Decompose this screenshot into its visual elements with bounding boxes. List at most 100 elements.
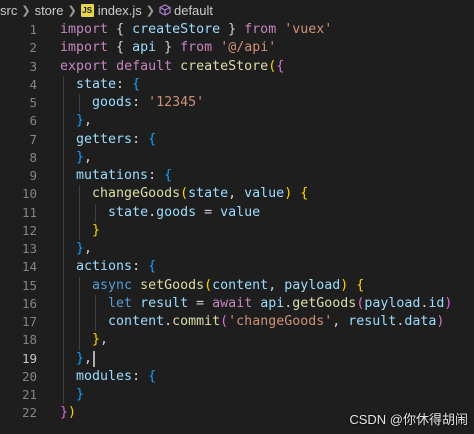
code-line[interactable]: 15 async setGoods(content, payload) {	[0, 277, 474, 295]
code-token: .	[148, 204, 157, 220]
code-token: }	[76, 350, 85, 366]
symbol-cube-icon	[159, 4, 171, 16]
code-text: },	[60, 149, 92, 167]
code-token: state	[76, 76, 117, 92]
code-token: commit	[172, 314, 221, 329]
code-line[interactable]: 19 },	[0, 350, 474, 368]
code-line[interactable]: 9 mutations: {	[0, 167, 474, 185]
code-token: goods	[92, 95, 133, 110]
code-line[interactable]: 5 goods: '12345'	[0, 94, 474, 112]
code-token: {	[148, 368, 157, 384]
code-line[interactable]: 21 }	[0, 386, 474, 404]
code-line[interactable]: 14 actions: {	[0, 258, 474, 276]
code-line[interactable]: 16 let result = await api.getGoods(paylo…	[0, 295, 474, 313]
code-text: },	[60, 331, 108, 349]
code-line[interactable]: 11 state.goods = value	[0, 204, 474, 222]
code-token: {	[356, 277, 365, 293]
code-line[interactable]: 4 state: {	[0, 76, 474, 94]
code-token: (	[220, 314, 229, 329]
code-text: state: {	[60, 76, 140, 94]
code-line[interactable]: 3 export default createStore({	[0, 58, 474, 76]
code-token: {	[276, 58, 285, 74]
code-token: {	[108, 22, 133, 37]
code-token: ,	[84, 149, 93, 165]
code-line[interactable]: 8 },	[0, 149, 474, 167]
code-line[interactable]: 1 import { createStore } from 'vuex'	[0, 21, 474, 39]
code-editor[interactable]: 1 import { createStore } from 'vuex' 2 impo…	[0, 20, 474, 434]
code-text: goods: '12345'	[60, 94, 204, 112]
line-number: 19	[21, 350, 37, 366]
chevron-right-icon: ❯	[21, 4, 31, 17]
code-token: from	[180, 40, 213, 56]
breadcrumb-store[interactable]: store	[35, 3, 64, 18]
breadcrumb-src[interactable]: src	[0, 3, 17, 18]
code-text: getters: {	[60, 131, 156, 149]
code-token: ,	[228, 186, 245, 202]
breadcrumb-file[interactable]: index.js	[98, 3, 142, 18]
code-token: changeGoods	[92, 186, 181, 202]
watermark: CSDN @你休得胡闹	[349, 412, 468, 427]
code-token: let	[108, 295, 133, 311]
code-line[interactable]: 10 changeGoods(state, value) {	[0, 185, 474, 203]
code-line[interactable]: 17 content.commit('changeGoods', result.…	[0, 313, 474, 331]
code-line[interactable]: 6 },	[0, 112, 474, 130]
line-number: 16	[21, 295, 37, 311]
line-number: 22	[21, 405, 37, 421]
line-number: 14	[21, 259, 37, 275]
line-number: 7	[29, 131, 37, 147]
code-token: await	[212, 295, 253, 311]
code-line[interactable]: 18 },	[0, 331, 474, 349]
code-token: data	[404, 314, 437, 329]
code-token: ,	[84, 241, 93, 256]
code-text: let result = await api.getGoods(payload.…	[60, 295, 452, 313]
breadcrumb-symbol[interactable]: default	[174, 3, 213, 18]
code-text: import { createStore } from 'vuex'	[60, 21, 332, 39]
code-token: payload	[364, 295, 421, 311]
code-token: state	[188, 186, 229, 202]
breadcrumb: src ❯ store ❯ JS index.js ❯ default	[0, 0, 474, 20]
code-token: export	[60, 58, 109, 74]
code-token: import	[60, 22, 109, 37]
code-token: '12345'	[148, 95, 205, 110]
code-token: }	[76, 149, 85, 165]
code-text: changeGoods(state, value) {	[60, 185, 308, 203]
code-token: }	[156, 40, 181, 56]
line-number: 11	[21, 204, 37, 220]
code-line[interactable]: 20 modules: {	[0, 368, 474, 386]
code-token: '@/api'	[220, 40, 277, 56]
code-token: value	[220, 204, 261, 220]
code-line[interactable]: 7 getters: {	[0, 131, 474, 149]
code-token: ,	[100, 332, 109, 348]
line-number: 17	[21, 314, 37, 329]
code-text: },	[60, 350, 92, 368]
line-number: 15	[21, 277, 37, 293]
code-text: content.commit('changeGoods', result.dat…	[60, 313, 444, 331]
code-text: state.goods = value	[60, 204, 260, 222]
code-line[interactable]: 12 }	[0, 222, 474, 240]
line-number: 8	[29, 149, 37, 165]
code-token: (	[180, 186, 189, 202]
line-number: 1	[29, 22, 37, 37]
code-token: {	[108, 40, 133, 56]
code-line[interactable]: 2 import { api } from '@/api'	[0, 39, 474, 57]
code-token: 'changeGoods'	[228, 314, 333, 329]
code-token: setGoods	[140, 277, 205, 293]
code-token: )	[444, 295, 453, 311]
code-token: import	[60, 40, 109, 56]
code-line[interactable]: 13 },	[0, 240, 474, 258]
code-token: }	[76, 113, 85, 129]
code-text: })	[60, 404, 76, 422]
code-token: api	[260, 295, 285, 311]
